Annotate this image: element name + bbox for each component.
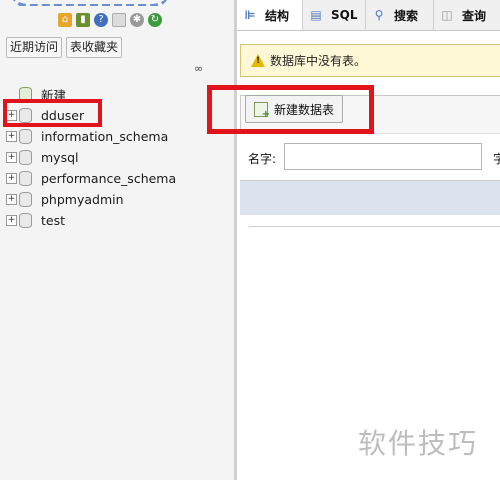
recent-tab[interactable]: 近期访问 (6, 37, 63, 58)
warning-icon: ! (251, 54, 265, 67)
name-label: 名字: (248, 152, 277, 166)
watermark: 软件技巧 (358, 427, 479, 460)
settings-icon[interactable]: ✱ (130, 13, 144, 27)
expand-icon[interactable]: + (6, 173, 17, 184)
expand-icon[interactable]: + (6, 194, 17, 205)
expand-icon[interactable]: + (6, 152, 17, 163)
expand-icon[interactable]: + (6, 215, 17, 226)
help-icon[interactable]: ? (94, 13, 108, 27)
tree-item-label: test (41, 213, 66, 228)
highlight-box-dduser (3, 99, 102, 127)
divider (249, 226, 500, 227)
main-tab-bar: ⊫ 结构 ▤ SQL ⚲ 搜索 ◫ 查询 (237, 0, 500, 31)
database-icon (19, 129, 32, 144)
tree-item-information-schema[interactable]: + information_schema (6, 126, 176, 147)
nav-icon-bar: ⌂ ▮ ? ✱ ↻ (58, 13, 162, 31)
link-icon[interactable]: ∞ (194, 63, 208, 74)
tree-item-label: mysql (41, 150, 79, 165)
table-name-input[interactable] (284, 143, 482, 170)
database-icon (19, 213, 32, 228)
database-icon (19, 171, 32, 186)
main-content: ⊫ 结构 ▤ SQL ⚲ 搜索 ◫ 查询 ! 数据库中没有表。 新建数据表 名字… (237, 0, 500, 480)
database-icon (19, 192, 32, 207)
tree-item-mysql[interactable]: + mysql (6, 147, 176, 168)
favorites-tab[interactable]: 表收藏夹 (66, 37, 123, 58)
notice-text: 数据库中没有表。 (270, 54, 367, 68)
expand-icon[interactable]: + (6, 131, 17, 142)
home-icon[interactable]: ⌂ (58, 13, 72, 27)
tree-item-label: phpmyadmin (41, 192, 124, 207)
tree-item-phpmyadmin[interactable]: + phpmyadmin (6, 189, 176, 210)
tab-structure[interactable]: ⊫ 结构 (237, 0, 303, 30)
nav-tabs: 近期访问 表收藏夹 (6, 37, 123, 58)
tree-item-label: performance_schema (41, 171, 177, 186)
tab-search[interactable]: ⚲ 搜索 (366, 0, 434, 30)
sql-icon: ▤ (310, 8, 322, 22)
tab-label: SQL (331, 8, 358, 22)
create-table-form-row: 名字: 字 (240, 133, 500, 180)
database-icon (19, 150, 32, 165)
query-icon: ◫ (441, 8, 453, 22)
columns-label: 字 (493, 152, 500, 166)
reload-icon[interactable]: ↻ (148, 13, 162, 27)
tab-label: 搜索 (394, 8, 419, 23)
tab-sql[interactable]: ▤ SQL (303, 0, 366, 30)
tab-label: 结构 (265, 8, 290, 23)
highlight-box-create-table (207, 85, 374, 134)
tree-item-performance-schema[interactable]: + performance_schema (6, 168, 176, 189)
no-tables-notice: ! 数据库中没有表。 (240, 44, 500, 77)
tab-label: 查询 (462, 8, 487, 23)
form-footer (240, 180, 500, 215)
tree-item-label: information_schema (41, 129, 169, 144)
structure-icon: ⊫ (244, 8, 256, 22)
navigation-panel: ⌂ ▮ ? ✱ ↻ 近期访问 表收藏夹 ∞ 新建 + dduser + info… (0, 0, 237, 480)
search-icon: ⚲ (374, 8, 384, 22)
tree-item-test[interactable]: + test (6, 210, 176, 231)
docs-icon[interactable] (112, 13, 126, 27)
logout-icon[interactable]: ▮ (76, 13, 90, 27)
tab-query[interactable]: ◫ 查询 (434, 0, 500, 30)
phpmyadmin-logo (0, 0, 234, 6)
